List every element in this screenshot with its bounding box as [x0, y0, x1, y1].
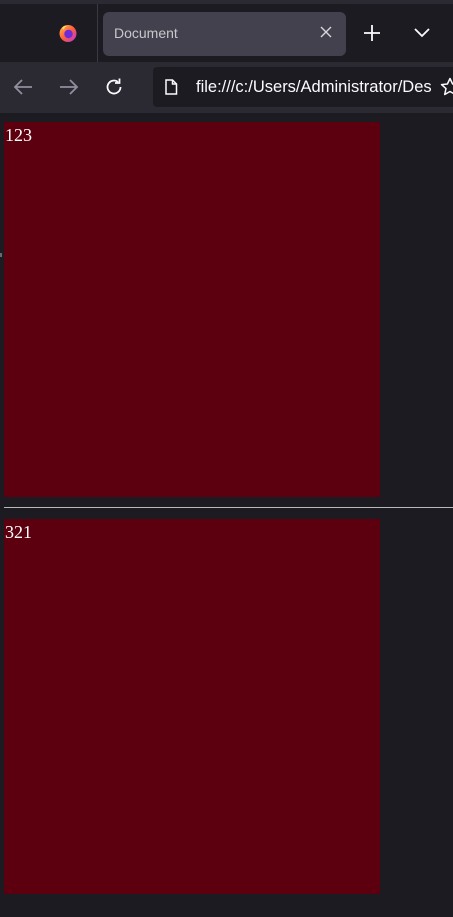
navigation-toolbar: file:///c:/Users/Administrator/Desktop/ — [0, 62, 453, 113]
back-arrow-icon — [13, 79, 32, 95]
close-tab-icon[interactable] — [318, 24, 334, 40]
box-1-text: 123 — [5, 125, 32, 145]
reload-icon — [106, 78, 122, 95]
page-file-icon — [165, 79, 178, 95]
bookmark-star-icon[interactable] — [440, 77, 453, 97]
tab-bar-left-area — [0, 4, 98, 62]
firefox-logo-icon — [59, 25, 77, 42]
new-tab-button[interactable] — [360, 21, 384, 45]
list-all-tabs-button[interactable] — [410, 21, 434, 45]
horizontal-rule — [4, 507, 453, 508]
url-bar[interactable]: file:///c:/Users/Administrator/Desktop/ — [153, 67, 453, 107]
plus-icon — [364, 25, 380, 41]
red-box-1: 123 — [4, 122, 380, 497]
box-2-text: 321 — [5, 522, 32, 542]
reload-button[interactable] — [102, 75, 126, 99]
url-text[interactable]: file:///c:/Users/Administrator/Desktop/ — [196, 78, 432, 97]
page-content: 123 321 — [0, 113, 453, 917]
chevron-down-icon — [414, 28, 430, 38]
tab-document[interactable]: Document — [103, 12, 346, 56]
forward-arrow-icon — [60, 79, 79, 95]
forward-button[interactable] — [57, 75, 81, 99]
tab-title: Document — [114, 25, 178, 41]
scroll-edge-marker — [0, 253, 2, 257]
back-button[interactable] — [11, 75, 35, 99]
red-box-2: 321 — [4, 519, 380, 894]
tab-bar: Document — [0, 0, 453, 62]
